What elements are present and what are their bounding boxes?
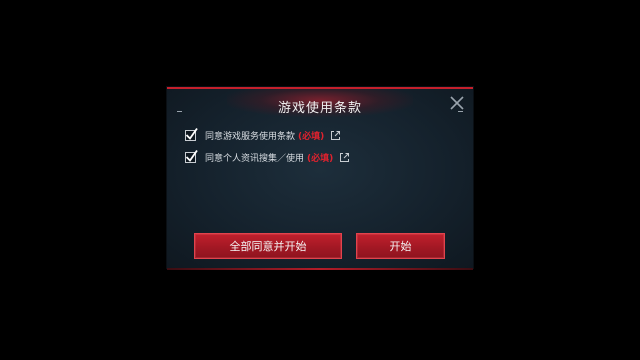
external-link-icon[interactable] — [330, 130, 341, 141]
terms-row-privacy: 同意个人资讯搜集／使用 (必填) — [185, 149, 350, 165]
close-icon — [449, 95, 465, 111]
checkbox-privacy-terms[interactable] — [185, 149, 198, 163]
required-tag: (必填) — [298, 131, 325, 142]
required-tag: (必填) — [307, 153, 334, 164]
privacy-terms-label: 同意个人资讯搜集／使用 — [205, 153, 305, 164]
terms-row-service: 同意游戏服务使用条款 (必填) — [185, 127, 341, 143]
terms-dialog: 游戏使用条款 同意游戏服务使用条款 (必填) 同意个人资讯搜集／使用 (必填) … — [167, 87, 473, 270]
start-button[interactable]: 开始 — [356, 233, 445, 259]
checkbox-service-terms[interactable] — [185, 127, 198, 141]
dialog-title: 游戏使用条款 — [277, 101, 362, 116]
check-icon — [185, 127, 198, 140]
corner-mark-left — [177, 111, 182, 112]
service-terms-label: 同意游戏服务使用条款 — [205, 131, 296, 142]
corner-mark-right — [458, 111, 463, 112]
check-icon — [185, 149, 198, 162]
close-button[interactable] — [449, 95, 465, 111]
external-link-icon[interactable] — [339, 152, 350, 163]
agree-all-and-start-button[interactable]: 全部同意并开始 — [194, 233, 342, 259]
